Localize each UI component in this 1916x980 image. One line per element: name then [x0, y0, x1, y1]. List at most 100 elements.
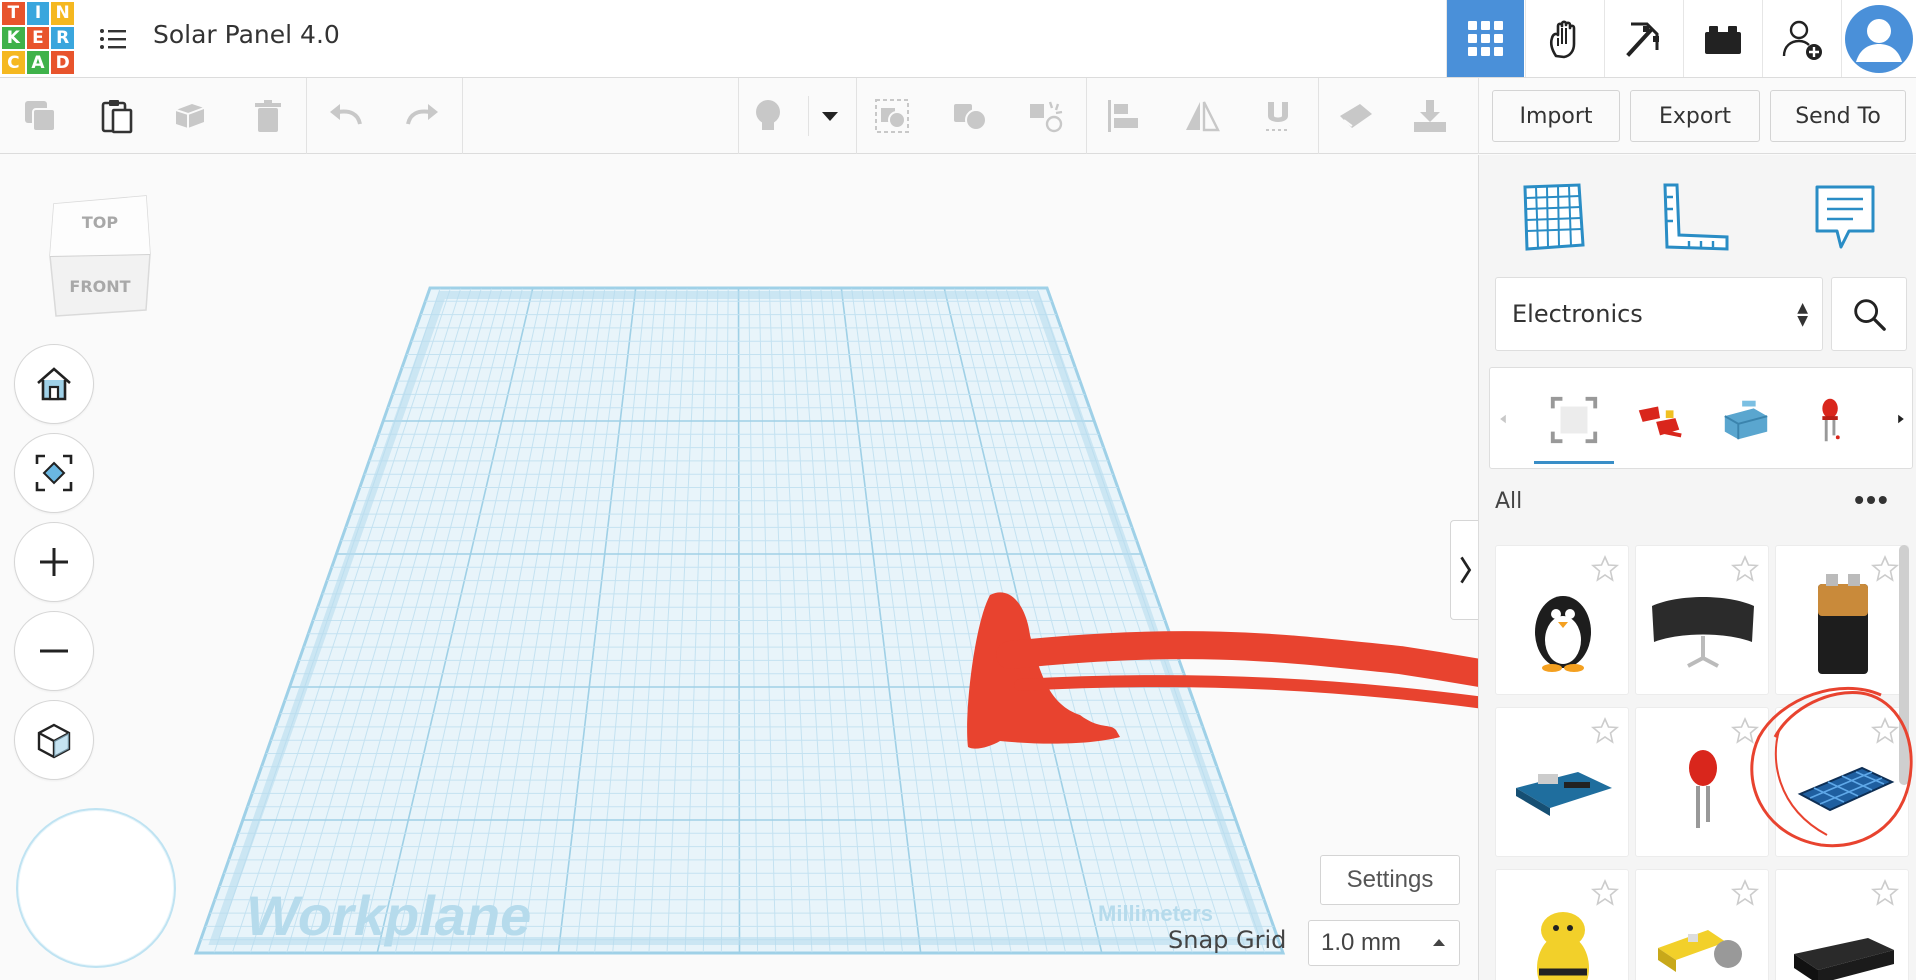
copy-icon: [25, 101, 56, 132]
lego-brick-icon: [1704, 25, 1741, 54]
redo-icon: [406, 104, 438, 125]
circuits-view-button[interactable]: [1525, 0, 1603, 77]
paste-button[interactable]: [92, 92, 140, 140]
drop-to-workplane-icon: [1414, 100, 1446, 132]
mirror-button[interactable]: [1178, 92, 1226, 140]
export-button[interactable]: Export: [1630, 90, 1760, 142]
workplane-canvas[interactable]: Workplane Millimeters: [0, 155, 1478, 980]
workplane-label: Workplane: [246, 884, 531, 947]
workplane-icon: [1523, 183, 1585, 251]
home-icon: [37, 367, 71, 401]
collapse-panel-button[interactable]: [1450, 520, 1480, 620]
annotation-circle: [1750, 686, 1913, 848]
gear-motor-shape-icon: [1658, 930, 1742, 972]
undo-icon: [330, 104, 362, 125]
design-title[interactable]: Solar Panel 4.0: [153, 20, 340, 49]
logo-letter: E: [26, 26, 50, 50]
zoom-out-button[interactable]: [14, 611, 94, 691]
alligator-clip-icon: [1638, 406, 1682, 438]
notes-dropdown-button[interactable]: [806, 92, 854, 140]
carousel-left-icon[interactable]: [1496, 412, 1510, 426]
bee-shape-icon: [1537, 912, 1589, 980]
drop-button[interactable]: [1406, 92, 1454, 140]
shapes-panel: Electronics ▲ ▼ All •••: [1478, 155, 1916, 980]
cruise-icon: [1030, 101, 1063, 133]
ungroup-button[interactable]: [946, 92, 994, 140]
fit-all-button[interactable]: [14, 433, 94, 513]
snap-grid-label: Snap Grid: [1168, 926, 1287, 954]
led-icon: [1822, 398, 1840, 442]
caret-down-icon: [822, 112, 838, 121]
orbit-joystick[interactable]: [16, 808, 176, 968]
logo-letter: T: [2, 2, 25, 25]
snap-grid-select[interactable]: 1.0 mm: [1308, 920, 1460, 966]
viewcube-front-face[interactable]: FRONT: [69, 277, 130, 296]
grid-view-icon: [1467, 20, 1503, 56]
search-icon: [1854, 299, 1886, 331]
lego-bricks-view-button[interactable]: [1683, 0, 1761, 77]
trash-icon: [255, 100, 281, 132]
logo-letter: K: [2, 26, 25, 50]
projection-toggle-button[interactable]: [14, 700, 94, 780]
shape-search-button[interactable]: [1831, 277, 1907, 351]
3d-design-view-button[interactable]: [1446, 0, 1524, 77]
shape-tile-bee[interactable]: [1495, 869, 1629, 980]
edit-toolbar: Import Export Send To: [0, 78, 1916, 154]
duplicate-button[interactable]: [166, 92, 214, 140]
tinkercad-logo[interactable]: TIN KER CAD: [2, 2, 74, 74]
undo-button[interactable]: [322, 92, 370, 140]
magnet-icon: [1266, 102, 1290, 131]
viewcube-top-face[interactable]: TOP: [82, 213, 119, 232]
redo-button[interactable]: [398, 92, 446, 140]
shape-tile-battery-box[interactable]: [1775, 869, 1909, 980]
pickaxe-icon: [1625, 22, 1659, 57]
zoom-in-button[interactable]: [14, 522, 94, 602]
strip-item-servo[interactable]: [1706, 380, 1786, 460]
cruise-button[interactable]: [1022, 92, 1070, 140]
notes-button[interactable]: [1332, 92, 1380, 140]
align-button[interactable]: [1100, 92, 1148, 140]
shape-tile-penguin[interactable]: [1495, 545, 1629, 695]
note-tool-button[interactable]: [744, 92, 792, 140]
settings-button[interactable]: Settings: [1320, 855, 1460, 905]
logo-letter: N: [51, 2, 74, 25]
caret-up-icon: [1433, 939, 1445, 946]
send-to-button[interactable]: Send To: [1770, 90, 1906, 142]
carousel-right-icon[interactable]: [1894, 412, 1908, 426]
ungroup-icon: [954, 104, 987, 131]
add-user-icon: [1782, 20, 1822, 60]
align-icon: [1108, 100, 1138, 132]
invite-user-button[interactable]: [1762, 0, 1840, 77]
workplane-tool-button[interactable]: [1511, 177, 1591, 257]
shape-category-select[interactable]: Electronics ▲ ▼: [1495, 277, 1823, 351]
lightbulb-icon: [756, 100, 780, 130]
strip-item-alligator-clips[interactable]: [1620, 380, 1700, 460]
curved-monitor-shape-icon: [1652, 597, 1754, 668]
shape-tile-gear-motor[interactable]: [1635, 869, 1769, 980]
top-header: TIN KER CAD Solar Panel 4.0: [0, 0, 1916, 78]
minecraft-view-button[interactable]: [1604, 0, 1682, 77]
group-button[interactable]: [868, 92, 916, 140]
home-view-button[interactable]: [14, 344, 94, 424]
import-button[interactable]: Import: [1492, 90, 1620, 142]
delete-button[interactable]: [244, 92, 292, 140]
ruler-tool-button[interactable]: [1655, 177, 1735, 257]
battery-box-shape-icon: [1794, 938, 1894, 980]
view-cube[interactable]: TOP FRONT: [46, 192, 154, 318]
fit-view-icon: [35, 454, 73, 492]
chevron-right-icon: [1459, 556, 1471, 584]
strip-item-led[interactable]: [1792, 380, 1872, 460]
magnet-button[interactable]: [1254, 92, 1302, 140]
strip-item-fit[interactable]: [1534, 380, 1614, 460]
duplicate-icon: [175, 104, 205, 128]
notes-tool-button[interactable]: [1805, 177, 1885, 257]
hand-touch-icon: [1549, 19, 1575, 58]
shape-tile-arduino[interactable]: [1495, 707, 1629, 857]
plus-icon: [40, 548, 68, 576]
user-avatar-icon: [1845, 4, 1913, 73]
selected-category-indicator: [1534, 461, 1614, 464]
copy-button[interactable]: [16, 92, 64, 140]
more-options-button[interactable]: •••: [1847, 484, 1897, 515]
user-avatar-button[interactable]: [1841, 0, 1916, 77]
design-list-menu-icon[interactable]: [96, 22, 130, 56]
